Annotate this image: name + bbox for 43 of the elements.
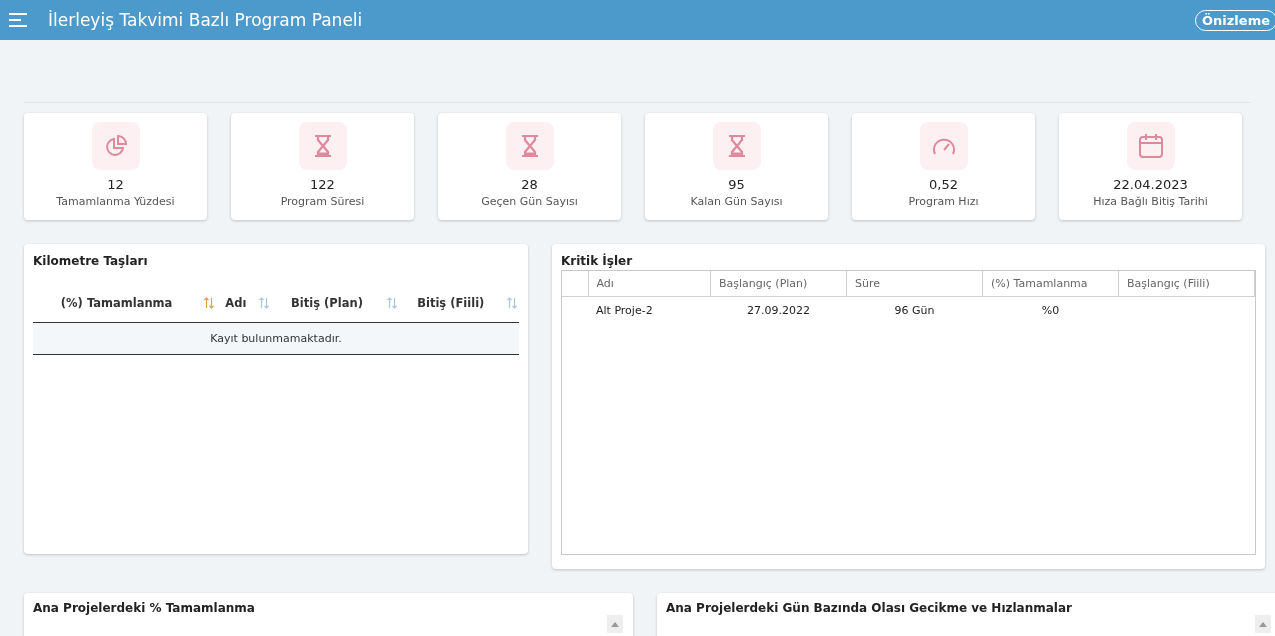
- panel-title: Ana Projelerdeki % Tamamlanma: [33, 601, 256, 615]
- panel-title: Kritik İşler: [561, 254, 634, 268]
- calendar-icon: [1137, 133, 1164, 159]
- column-header[interactable]: Bitiş (Plan): [272, 296, 382, 310]
- column-header[interactable]: Bitiş (Fiili): [399, 296, 502, 310]
- scroll-up-button[interactable]: [607, 615, 623, 633]
- stat-value: 95: [728, 177, 745, 192]
- column-header[interactable]: (%) Tamamlanma: [34, 296, 200, 310]
- page-title: İlerleyiş Takvimi Bazlı Program Paneli: [48, 10, 364, 30]
- panel-title: Kilometre Taşları: [33, 254, 149, 268]
- column-header[interactable]: Başlangıç (Fiili): [1118, 271, 1255, 297]
- menu-icon: [8, 12, 28, 28]
- stat-value: 28: [521, 177, 538, 192]
- sort-icon[interactable]: [506, 297, 518, 309]
- stat-value: 22.04.2023: [1113, 177, 1188, 192]
- panel-title: Ana Projelerdeki Gün Bazında Olası Gecikme ve Hızlanmalar: [666, 601, 1073, 615]
- triangle-up-icon: [1259, 621, 1267, 627]
- menu-button[interactable]: [8, 12, 28, 28]
- stat-label: Hıza Bağlı Bitiş Tarihi: [1093, 195, 1208, 208]
- table-cell: Alt Proje-2: [588, 296, 711, 323]
- stat-label: Program Hızı: [908, 195, 979, 208]
- table-cell: %0: [982, 296, 1119, 323]
- column-header[interactable]: Süre: [846, 271, 983, 297]
- stat-value: 12: [107, 177, 124, 192]
- table-cell: 27.09.2022: [710, 296, 847, 323]
- stat-label: Program Süresi: [280, 195, 365, 208]
- empty-message: Kayıt bulunmamaktadır.: [33, 322, 519, 355]
- column-header[interactable]: (%) Tamamlanma: [982, 271, 1119, 297]
- column-header[interactable]: Başlangıç (Plan): [710, 271, 847, 297]
- scroll-up-button[interactable]: [1255, 615, 1271, 633]
- stat-label: Geçen Gün Sayısı: [481, 195, 578, 208]
- column-header[interactable]: Adı: [217, 296, 255, 310]
- sort-icon[interactable]: [203, 297, 216, 309]
- table-cell: 96 Gün: [846, 296, 983, 323]
- stat-value: 0,52: [929, 177, 958, 192]
- stat-label: Tamamlanma Yüzdesi: [56, 195, 175, 208]
- triangle-up-icon: [611, 621, 619, 627]
- pie-chart-icon: [103, 134, 128, 158]
- stat-label: Kalan Gün Sayısı: [690, 195, 783, 208]
- column-header[interactable]: Adı: [588, 271, 711, 297]
- sort-icon[interactable]: [385, 297, 398, 309]
- stat-value: 122: [310, 177, 335, 192]
- sort-icon[interactable]: [258, 297, 271, 309]
